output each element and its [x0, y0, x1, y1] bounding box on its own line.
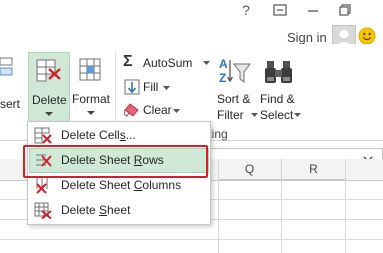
ribbon-display-options-button[interactable]	[269, 2, 291, 18]
autosum-button[interactable]: Σ AutoSum	[121, 53, 213, 73]
svg-text:Z: Z	[219, 71, 226, 85]
highlight-annotation-box	[23, 145, 208, 178]
sort-filter-icon: A Z	[219, 57, 251, 85]
clear-button[interactable]: Clear	[121, 100, 191, 120]
autosum-label: AutoSum	[143, 56, 193, 70]
format-button-label: Format	[72, 92, 111, 106]
delete-button[interactable]: Delete	[28, 52, 70, 123]
sigma-icon: Σ	[123, 53, 133, 70]
delete-button-label: Delete	[32, 93, 67, 107]
delete-sheet-icon	[34, 202, 52, 219]
chevron-down-icon	[163, 86, 170, 90]
delete-cells-icon	[34, 127, 52, 144]
minimize-button[interactable]	[302, 2, 324, 18]
insert-cells-icon	[0, 57, 13, 76]
format-cells-icon	[79, 58, 101, 81]
binoculars-icon	[265, 61, 292, 83]
sort-filter-button[interactable]: A Z Sort & Filter	[213, 52, 258, 124]
chevron-down-icon	[45, 112, 53, 116]
chevron-down-icon	[203, 61, 210, 65]
sort-filter-label-2: Filter	[217, 108, 244, 122]
ribbon-group-separator	[115, 52, 116, 128]
svg-text:A: A	[219, 57, 228, 71]
find-select-button[interactable]: Find & Select	[258, 52, 302, 124]
clear-label: Clear	[143, 103, 172, 117]
fill-button[interactable]: Fill	[121, 77, 181, 97]
chevron-down-icon	[251, 113, 258, 117]
chevron-down-icon	[87, 111, 95, 115]
delete-cells-icon	[36, 59, 61, 82]
menu-item-label: Delete Sheet	[61, 203, 131, 217]
insert-button[interactable]: sert	[0, 52, 24, 122]
chevron-down-icon	[173, 109, 180, 113]
find-select-label-2: Select	[260, 108, 294, 122]
restore-icon	[339, 4, 351, 16]
column-header-r[interactable]: R	[282, 159, 346, 180]
menu-item-delete-sheet[interactable]: Delete Sheet	[29, 198, 209, 223]
menu-item-label: Delete Cells...	[61, 128, 136, 142]
eraser-icon	[124, 103, 139, 117]
smiley-feedback-button[interactable]	[358, 27, 376, 45]
insert-button-label: sert	[0, 97, 21, 111]
help-button[interactable]: ?	[235, 2, 257, 18]
sort-filter-label-1: Sort &	[217, 92, 251, 106]
column-header-q[interactable]: Q	[218, 159, 282, 180]
gridline	[0, 239, 383, 240]
format-button[interactable]: Format	[69, 52, 113, 121]
fill-down-icon	[124, 79, 140, 95]
find-select-label-1: Find &	[260, 92, 295, 106]
help-icon: ?	[242, 2, 250, 18]
minimize-icon	[308, 10, 318, 12]
chevron-down-icon	[294, 113, 301, 117]
sign-in-link[interactable]: Sign in	[287, 30, 327, 45]
menu-item-label: Delete Sheet Columns	[61, 178, 182, 192]
fill-label: Fill	[143, 80, 159, 94]
smiley-icon	[358, 27, 376, 45]
restore-button[interactable]	[334, 2, 356, 18]
delete-columns-icon	[36, 178, 48, 194]
gridline	[281, 180, 282, 253]
ribbon-display-icon	[273, 4, 287, 16]
